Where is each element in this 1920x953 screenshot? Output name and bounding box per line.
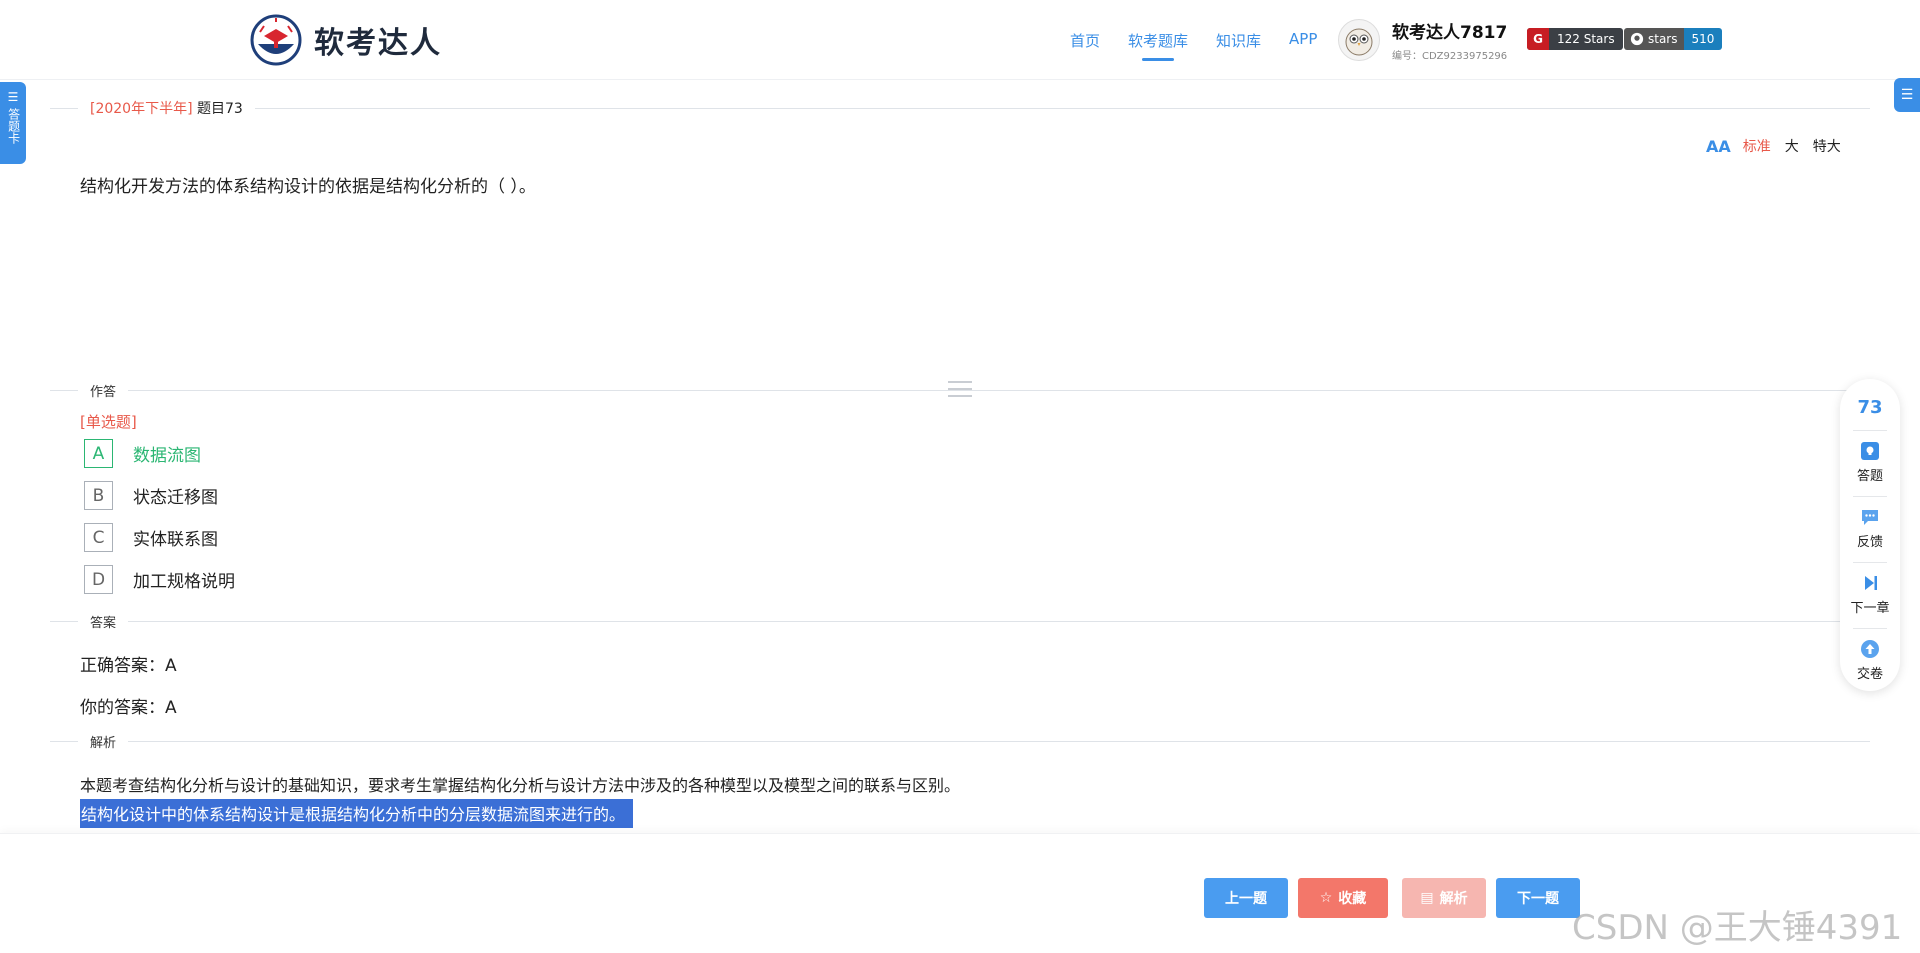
result-section-label: 答案 (78, 612, 129, 631)
answer-icon (1860, 441, 1880, 461)
question-year: [2020年下半年] (90, 101, 193, 117)
font-size-large[interactable]: 大 (1785, 136, 1799, 156)
option-letter: A (84, 439, 113, 468)
nav-home[interactable]: 首页 (1070, 30, 1100, 51)
user-id: 编号：CDZ9233975296 (1392, 51, 1508, 62)
correct-answer: 正确答案：A (80, 656, 177, 676)
user-name: 软考达人7817 (1392, 23, 1508, 43)
toolbar-answer[interactable]: 答题 (1857, 441, 1883, 484)
font-size-switch: AA 标准 大 特大 (1706, 136, 1855, 156)
skip-next-icon (1860, 573, 1880, 593)
right-menu-tab[interactable]: ☰ (1894, 78, 1920, 112)
question-divider (50, 108, 1870, 109)
option-d[interactable]: D 加工规格说明 (84, 565, 235, 594)
your-answer: 你的答案：A (80, 698, 177, 718)
menu-icon: ☰ (1900, 87, 1914, 103)
nav-app[interactable]: APP (1289, 30, 1317, 51)
analysis-text-1: 本题考查结构化分析与设计的基础知识，要求考生掌握结构化分析与设计方法中涉及的各种… (80, 776, 961, 795)
logo-text: 软考达人 (314, 26, 442, 61)
toolbar-next-chapter[interactable]: 下一章 (1850, 573, 1890, 616)
owl-avatar-icon (1345, 28, 1373, 56)
gitee-stars-count: 122 Stars (1557, 32, 1615, 46)
option-letter: C (84, 523, 113, 552)
user-info: 软考达人7817 编号：CDZ9233975296 (1392, 18, 1507, 62)
drag-handle[interactable] (948, 381, 972, 397)
nav-question-bank[interactable]: 软考题库 (1128, 30, 1188, 61)
option-text: 实体联系图 (133, 530, 218, 550)
document-icon: ▤ (1420, 890, 1434, 906)
font-size-xlarge[interactable]: 特大 (1813, 136, 1841, 156)
avatar[interactable] (1338, 19, 1380, 61)
font-size-icon: AA (1706, 136, 1731, 156)
gitee-icon: G (1527, 28, 1549, 50)
github-badge-label: stars (1624, 28, 1684, 50)
analysis-text-2-highlighted: 结构化设计中的体系结构设计是根据结构化分析中的分层数据流图来进行的。 (80, 799, 634, 828)
question-type: [单选题] (80, 413, 137, 431)
current-question-number: 73 (1857, 397, 1883, 418)
question-number: 题目73 (197, 101, 243, 117)
feedback-icon (1860, 507, 1880, 527)
nav-knowledge-base[interactable]: 知识库 (1216, 30, 1261, 51)
gitee-stars-badge[interactable]: G 122 Stars (1527, 28, 1623, 50)
site-logo[interactable]: 软考达人 (250, 14, 442, 66)
favorite-button[interactable]: ☆ 收藏 (1298, 878, 1388, 918)
option-c[interactable]: C 实体联系图 (84, 523, 218, 552)
github-icon (1630, 32, 1644, 46)
analysis-divider (50, 741, 1870, 742)
menu-icon: ☰ (7, 90, 19, 104)
font-size-standard[interactable]: 标准 (1743, 136, 1771, 156)
analysis-section-label: 解析 (78, 732, 129, 751)
question-source: [2020年下半年] 题目73 (78, 98, 255, 118)
answer-card-label: 答题卡 (6, 108, 21, 144)
toolbar-feedback[interactable]: 反馈 (1857, 507, 1883, 550)
top-header: 软考达人 首页 软考题库 知识库 APP 软考达人7817 编号：CDZ9233… (0, 0, 1920, 80)
answer-section-label: 作答 (78, 381, 129, 400)
analysis-button[interactable]: ▤ 解析 (1402, 878, 1486, 918)
option-text: 加工规格说明 (133, 572, 235, 592)
option-letter: D (84, 565, 113, 594)
option-letter: B (84, 481, 113, 510)
user-profile[interactable]: 软考达人7817 编号：CDZ9233975296 (1338, 18, 1507, 62)
star-icon: ☆ (1319, 890, 1333, 906)
result-divider (50, 621, 1870, 622)
github-stars-count: 510 (1683, 28, 1723, 50)
github-stars-badge[interactable]: stars 510 (1624, 28, 1723, 50)
submit-up-icon (1860, 639, 1880, 659)
question-text: 结构化开发方法的体系结构设计的依据是结构化分析的（ ）。 (80, 177, 536, 197)
next-question-button[interactable]: 下一题 (1496, 878, 1580, 918)
option-text: 状态迁移图 (133, 488, 218, 508)
option-b[interactable]: B 状态迁移图 (84, 481, 218, 510)
toolbar-submit[interactable]: 交卷 (1857, 639, 1883, 682)
option-a[interactable]: A 数据流图 (84, 439, 201, 468)
answer-card-tab[interactable]: ☰ 答题卡 (0, 82, 26, 164)
prev-question-button[interactable]: 上一题 (1204, 878, 1288, 918)
logo-icon (250, 14, 302, 66)
main-nav: 首页 软考题库 知识库 APP (1070, 30, 1345, 61)
option-text: 数据流图 (133, 446, 201, 466)
right-toolbar: 73 答题 反馈 下一章 交卷 (1840, 379, 1900, 691)
csdn-watermark: CSDN @王大锤4391 (1572, 908, 1903, 948)
